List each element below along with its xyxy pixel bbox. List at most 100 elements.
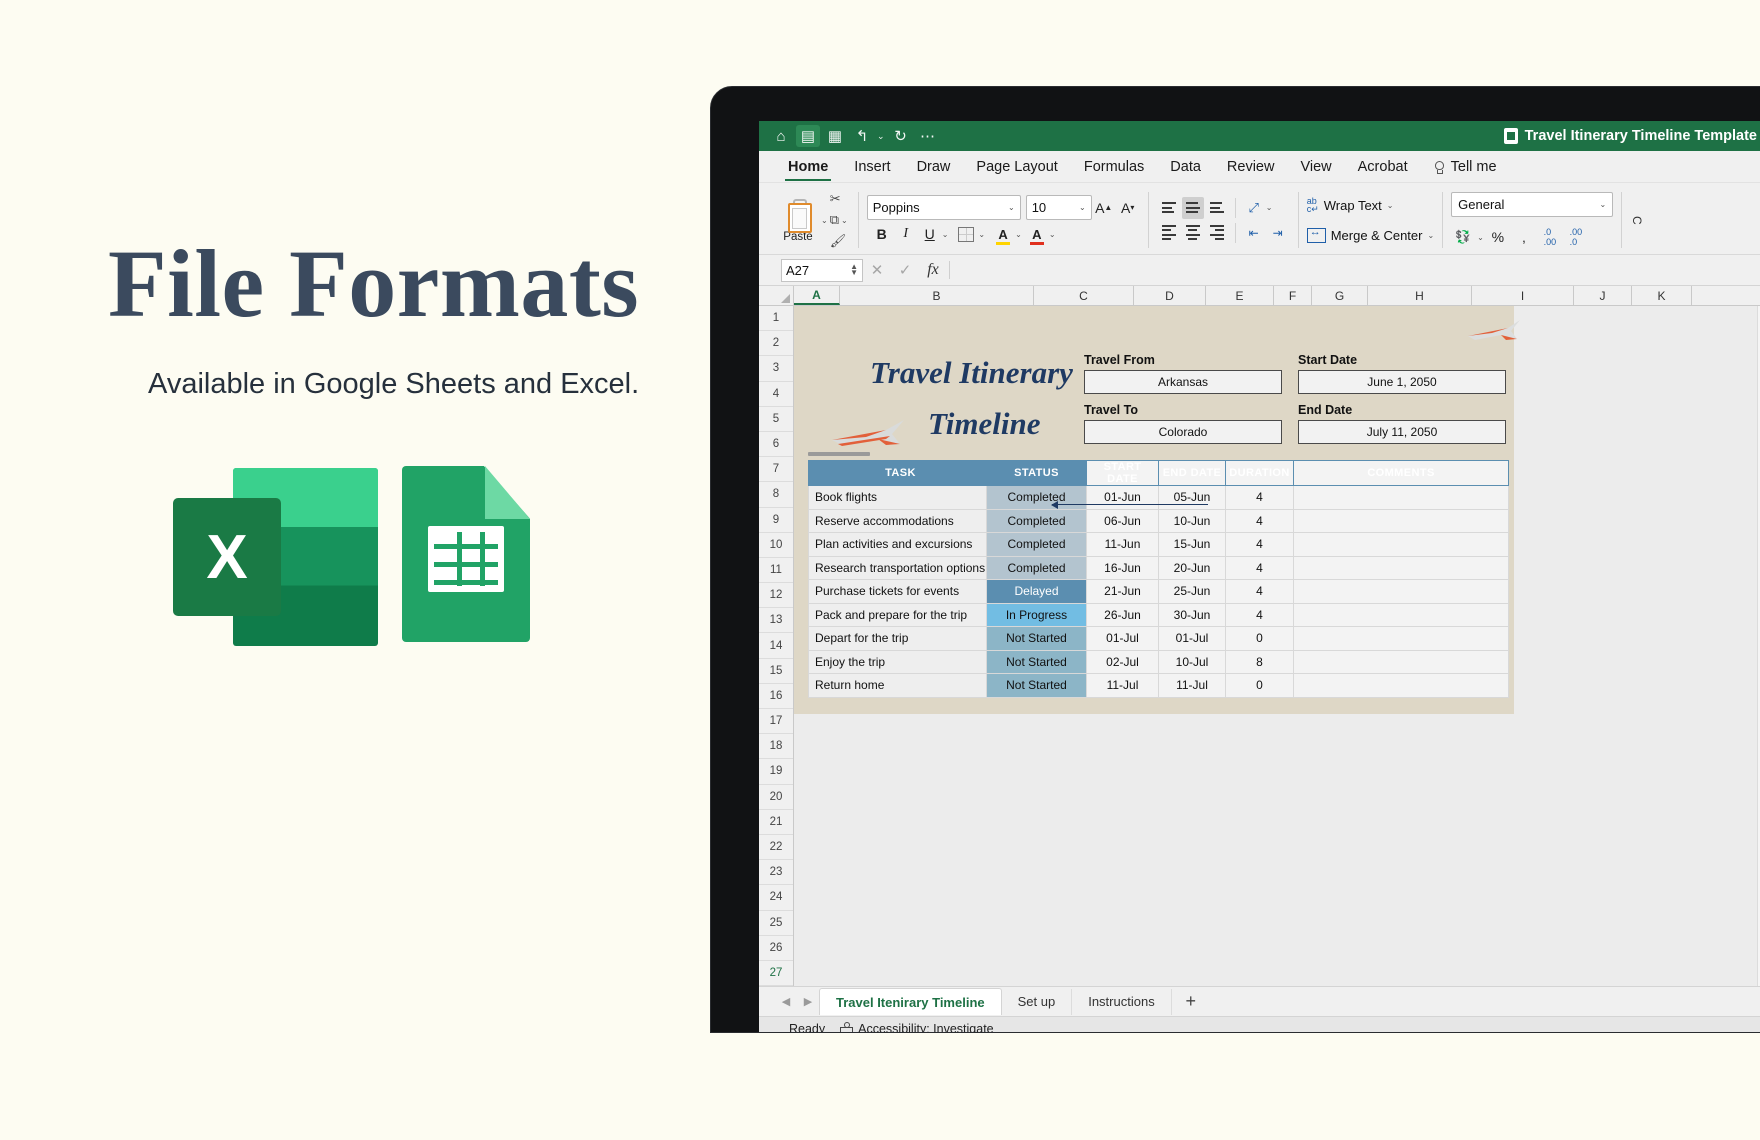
font-color-icon[interactable]: A [1026,223,1048,245]
column-header-C[interactable]: C [1034,286,1134,305]
cell-end-date[interactable]: 10-Jul [1158,649,1226,674]
tab-page-layout[interactable]: Page Layout [963,153,1070,182]
format-painter-icon[interactable]: 🖌 [830,233,850,250]
increase-indent-button[interactable]: ⇥ [1267,222,1289,244]
add-sheet-button[interactable]: + [1172,991,1210,1012]
cell-comments[interactable] [1293,673,1509,698]
cell-duration[interactable]: 8 [1225,649,1294,674]
tab-acrobat[interactable]: Acrobat [1345,153,1421,182]
tab-review[interactable]: Review [1214,153,1288,182]
tab-home[interactable]: Home [775,153,841,182]
undo-icon[interactable]: ↰ [850,125,874,147]
increase-decimal-icon[interactable]: .0.00 [1539,226,1561,248]
cell-duration[interactable]: 4 [1225,555,1294,580]
redo-icon[interactable]: ↻ [889,125,913,147]
underline-chevron-down-icon[interactable]: ⌄ [942,230,949,239]
cell-end-date[interactable]: 01-Jul [1158,626,1226,651]
cell-start-date[interactable]: 02-Jul [1086,649,1159,674]
row-header-7[interactable]: 7 [759,457,793,483]
column-header-B[interactable]: B [840,286,1034,305]
column-header-K[interactable]: K [1632,286,1692,305]
row-header-18[interactable]: 18 [759,734,793,760]
cell-task[interactable]: Book flights [808,485,987,510]
cell-comments[interactable] [1293,508,1509,533]
cell-start-date[interactable]: 01-Jul [1086,626,1159,651]
font-family-select[interactable]: Poppins ⌄ [866,195,1021,220]
cell-end-date[interactable]: 15-Jun [1158,532,1226,557]
row-header-27[interactable]: 27 [759,961,793,986]
next-sheet-icon[interactable]: ▶ [797,995,819,1008]
cell-start-date[interactable]: 21-Jun [1086,579,1159,604]
percent-style-button[interactable]: % [1487,226,1509,248]
save-icon[interactable]: ▤ [796,125,820,147]
cell-status[interactable]: Not Started [986,626,1087,651]
row-header-10[interactable]: 10 [759,533,793,558]
cell-start-date[interactable]: 11-Jul [1086,673,1159,698]
row-header-2[interactable]: 2 [759,331,793,357]
align-left-button[interactable] [1158,222,1180,244]
cell-duration[interactable]: 4 [1225,579,1294,604]
cell-duration[interactable]: 4 [1225,602,1294,627]
cell-status[interactable]: Completed [986,532,1087,557]
cell-status[interactable]: Delayed [986,579,1087,604]
cell-start-date[interactable]: 11-Jun [1086,532,1159,557]
cell-end-date[interactable]: 11-Jul [1158,673,1226,698]
name-box-spinner-icon[interactable]: ▲ ▼ [850,263,858,277]
column-header-J[interactable]: J [1574,286,1632,305]
cell-end-date[interactable]: 10-Jun [1158,508,1226,533]
align-bottom-button[interactable] [1206,197,1228,219]
cell-comments[interactable] [1293,485,1509,510]
column-header-E[interactable]: E [1206,286,1274,305]
column-header-G[interactable]: G [1312,286,1368,305]
cancel-formula-button[interactable]: ✕ [863,261,891,279]
undo-chevron-down-icon[interactable]: ⌄ [877,131,885,142]
cell-task[interactable]: Reserve accommodations [808,508,987,533]
sheet-tab-instructions[interactable]: Instructions [1072,988,1172,1015]
cell-duration[interactable]: 4 [1225,485,1294,510]
row-header-21[interactable]: 21 [759,810,793,835]
row-header-19[interactable]: 19 [759,759,793,785]
borders-icon[interactable] [955,223,977,245]
row-header-4[interactable]: 4 [759,382,793,407]
cell-end-date[interactable]: 30-Jun [1158,602,1226,627]
save-as-icon[interactable]: ▦ [823,125,847,147]
tab-formulas[interactable]: Formulas [1071,153,1157,182]
cell-task[interactable]: Plan activities and excursions [808,532,987,557]
column-header-F[interactable]: F [1274,286,1312,305]
cell-end-date[interactable]: 05-Jun [1158,485,1226,510]
cell-status[interactable]: Completed [986,485,1087,510]
row-header-20[interactable]: 20 [759,785,793,810]
row-header-1[interactable]: 1 [759,306,793,332]
align-right-button[interactable] [1206,222,1228,244]
cell-start-date[interactable]: 01-Jun [1086,485,1159,510]
wrap-text-button[interactable]: ab c↵ Wrap Text ⌄ [1307,193,1434,217]
select-all-corner[interactable] [759,286,794,305]
cell-duration[interactable]: 4 [1225,532,1294,557]
row-header-14[interactable]: 14 [759,633,793,659]
cell-comments[interactable] [1293,649,1509,674]
merge-center-button[interactable]: Merge & Center ⌄ [1306,223,1434,247]
row-header-12[interactable]: 12 [759,583,793,609]
column-header-I[interactable]: I [1472,286,1574,305]
accessibility-status[interactable]: Accessibility: Investigate [839,1022,994,1032]
fill-color-chevron-down-icon[interactable]: ⌄ [1015,230,1022,239]
row-header-25[interactable]: 25 [759,911,793,936]
cut-icon[interactable]: ✂ [830,191,850,208]
accounting-chevron-down-icon[interactable]: ⌄ [1477,233,1484,242]
italic-button[interactable]: I [895,223,917,245]
increase-font-size-button[interactable]: A ▲ [1093,197,1115,219]
accounting-format-icon[interactable]: 💱 [1452,226,1474,248]
paste-button[interactable]: Paste [775,198,821,243]
decrease-font-size-button[interactable]: A ▾ [1117,197,1139,219]
decrease-decimal-icon[interactable]: .00.0 [1565,226,1587,248]
cell-comments[interactable] [1293,579,1509,604]
cell-task[interactable]: Return home [808,673,987,698]
column-header-H[interactable]: H [1368,286,1472,305]
copy-icon[interactable]: ⧉ ⌄ [830,212,850,229]
column-header-D[interactable]: D [1134,286,1206,305]
sheet-tab-set-up[interactable]: Set up [1002,988,1073,1015]
previous-sheet-icon[interactable]: ◀ [775,995,797,1008]
font-size-select[interactable]: 10 ⌄ [1025,195,1092,220]
tab-data[interactable]: Data [1157,153,1214,182]
cell-task[interactable]: Pack and prepare for the trip [808,602,987,627]
